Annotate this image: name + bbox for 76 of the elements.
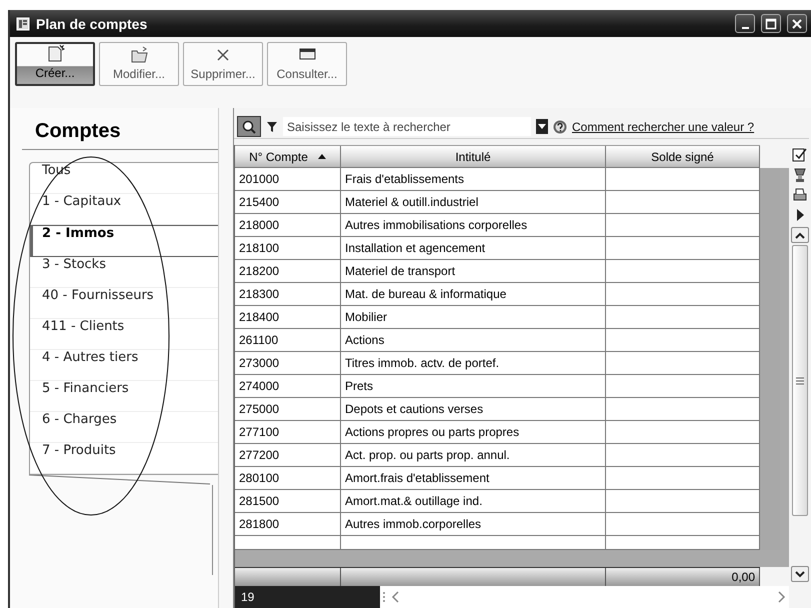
chevron-up-icon bbox=[795, 232, 805, 238]
table-cell: 281500 bbox=[235, 490, 341, 512]
table-cell: Amort.mat.& outillage ind. bbox=[341, 490, 606, 512]
dropdown-button[interactable] bbox=[536, 119, 548, 134]
chevron-down-icon bbox=[795, 570, 805, 578]
table-cell: 218100 bbox=[235, 237, 341, 259]
table-cell: Autres immob.corporelles bbox=[341, 513, 606, 535]
table-cell: Installation et agencement bbox=[341, 237, 606, 259]
scrollbar-thumb[interactable] bbox=[792, 245, 808, 516]
table-cell: Frais d'etablissements bbox=[341, 168, 606, 190]
app-icon bbox=[16, 16, 30, 30]
table-cell: 215400 bbox=[235, 191, 341, 213]
table-cell: 275000 bbox=[235, 398, 341, 420]
search-icon bbox=[242, 120, 256, 134]
category-item[interactable]: 4 - Autres tiers bbox=[30, 350, 218, 381]
table-cell: Prets bbox=[341, 375, 606, 397]
toolbar-button[interactable]: Supprimer... bbox=[183, 42, 263, 86]
category-item[interactable]: 411 - Clients bbox=[30, 319, 218, 350]
filter-icon[interactable] bbox=[266, 120, 278, 132]
category-item[interactable]: 3 - Stocks bbox=[30, 257, 218, 288]
table-cell: Actions bbox=[341, 329, 606, 351]
table-cell: Mobilier bbox=[341, 306, 606, 328]
search-field[interactable]: Saisissez le texte à rechercher bbox=[283, 117, 531, 136]
minimize-button[interactable] bbox=[735, 14, 755, 33]
table-cell: 218000 bbox=[235, 214, 341, 236]
row-count: 19 bbox=[235, 586, 380, 608]
help-icon bbox=[553, 120, 567, 134]
grip-icon[interactable] bbox=[380, 590, 388, 604]
grip-icon bbox=[795, 376, 805, 385]
table-cell: Depots et cautions verses bbox=[341, 398, 606, 420]
category-item[interactable]: 40 - Fournisseurs bbox=[30, 288, 218, 319]
help-link[interactable]: Comment rechercher une valeur ? bbox=[572, 120, 754, 134]
table-cell: 277100 bbox=[235, 421, 341, 443]
table-cell: 261100 bbox=[235, 329, 341, 351]
table-cell: Autres immobilisations corporelles bbox=[341, 214, 606, 236]
search-button[interactable] bbox=[237, 116, 261, 137]
table-cell: 274000 bbox=[235, 375, 341, 397]
cup-icon[interactable] bbox=[792, 167, 808, 183]
scroll-up-button[interactable] bbox=[791, 227, 809, 243]
table-cell: Actions propres ou parts propres bbox=[341, 421, 606, 443]
table-cell: Amort.frais d'etablissement bbox=[341, 467, 606, 489]
caret-icon bbox=[538, 124, 546, 130]
panel-title: Comptes bbox=[22, 108, 218, 150]
scroll-down-button[interactable] bbox=[791, 566, 809, 582]
minimize-icon bbox=[742, 26, 748, 28]
category-item[interactable]: 2 - Immos bbox=[30, 225, 218, 257]
table-cell: 273000 bbox=[235, 352, 341, 374]
printer-icon[interactable] bbox=[792, 187, 808, 203]
table-cell: 218300 bbox=[235, 283, 341, 305]
close-button[interactable] bbox=[787, 14, 807, 33]
window-title: Plan de comptes bbox=[36, 16, 148, 32]
maximize-icon bbox=[765, 18, 777, 30]
maximize-button[interactable] bbox=[761, 14, 781, 33]
category-item[interactable]: 5 - Financiers bbox=[30, 381, 218, 412]
category-item[interactable]: 7 - Produits bbox=[30, 443, 218, 474]
table-cell: 218400 bbox=[235, 306, 341, 328]
table-cell: Act. prop. ou parts prop. annul. bbox=[341, 444, 606, 466]
checklist-icon[interactable] bbox=[792, 147, 808, 163]
category-item[interactable]: 6 - Charges bbox=[30, 412, 218, 443]
table-cell: 201000 bbox=[235, 168, 341, 190]
toolbar-button[interactable]: Consulter... bbox=[267, 42, 347, 86]
table-cell: 281800 bbox=[235, 513, 341, 535]
document-icon bbox=[46, 44, 64, 63]
toolbar-button[interactable]: Créer... bbox=[15, 42, 95, 86]
folder-icon bbox=[130, 45, 148, 64]
close-icon bbox=[791, 18, 803, 30]
table-cell: Titres immob. actv. de portef. bbox=[341, 352, 606, 374]
table-cell: Mat. de bureau & informatique bbox=[341, 283, 606, 305]
toolbar-button[interactable]: Modifier... bbox=[99, 42, 179, 86]
table-cell: Materiel de transport bbox=[341, 260, 606, 282]
table-cell: Materiel & outill.industriel bbox=[341, 191, 606, 213]
column-header[interactable]: Intitulé bbox=[341, 146, 606, 167]
table-cell: 218200 bbox=[235, 260, 341, 282]
table-cell: 277200 bbox=[235, 444, 341, 466]
column-header[interactable]: N° Compte bbox=[235, 146, 341, 167]
table-cell: 280100 bbox=[235, 467, 341, 489]
